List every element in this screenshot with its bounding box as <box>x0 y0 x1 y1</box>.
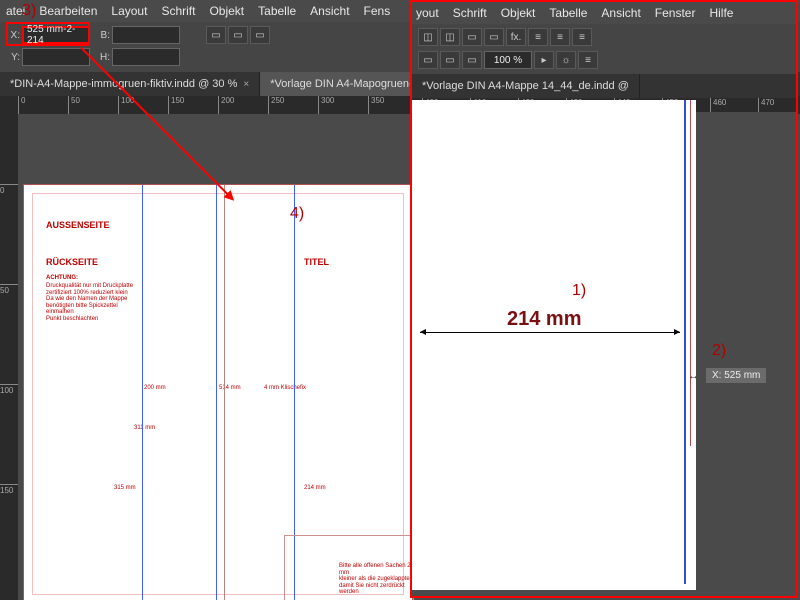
menu-bearbeiten[interactable]: Bearbeiten <box>39 4 97 18</box>
tool-icon[interactable]: ▭ <box>484 28 504 46</box>
menu-fenster[interactable]: Fens <box>364 4 391 18</box>
align-icon-2[interactable]: ▭ <box>228 26 248 44</box>
menu-tabelle[interactable]: Tabelle <box>258 4 296 18</box>
dim-514: 514 mm <box>219 385 241 392</box>
ruler-tick: 150 <box>0 484 18 495</box>
dim-214: 214 mm <box>304 485 326 492</box>
callout-4: 4) <box>290 205 304 223</box>
tool-icon[interactable]: ◫ <box>418 28 438 46</box>
tab-doc-1[interactable]: *DIN-A4-Mappe-immogruen-fiktiv.indd @ 30… <box>0 72 260 96</box>
brightness-icon[interactable]: ☼ <box>556 51 576 69</box>
tool-icon[interactable]: ◫ <box>440 28 460 46</box>
ruler-tick: 200 <box>218 96 234 114</box>
menu-ansicht-r[interactable]: Ansicht <box>601 6 640 20</box>
ruler-tick: 250 <box>268 96 284 114</box>
tool-icon[interactable]: ▭ <box>462 28 482 46</box>
callout-2: 2) <box>712 342 726 360</box>
measure-value: 214 mm <box>507 308 582 331</box>
dim-311: 311 mm <box>134 425 155 432</box>
ruler-tick: 0 <box>0 184 18 195</box>
menu-tabelle-r[interactable]: Tabelle <box>549 6 587 20</box>
guide-active-zoom[interactable] <box>684 100 686 584</box>
tooltip-x: X: 525 mm <box>706 368 766 383</box>
ruler-tick: 300 <box>318 96 334 114</box>
zoom-input[interactable]: 100 % <box>484 51 532 69</box>
menu-bar-right: yout Schrift Objekt Tabelle Ansicht Fens… <box>412 2 796 24</box>
tool-icon[interactable]: ▭ <box>440 51 460 69</box>
highlight-box-x <box>6 22 90 46</box>
b-label: B: <box>96 30 110 41</box>
split-panel-right: yout Schrift Objekt Tabelle Ansicht Fens… <box>410 0 798 598</box>
menu-objekt-r[interactable]: Objekt <box>501 6 536 20</box>
ruler-tick: 0 <box>18 96 25 114</box>
y-label: Y: <box>6 52 20 63</box>
page-spread: AUSSENSEITE RÜCKSEITE ACHTUNG: Druckqual… <box>23 184 413 600</box>
callout-3: 3) <box>22 2 36 20</box>
document-tabs-right: *Vorlage DIN A4-Mappe 14_44_de.indd @ <box>412 74 796 98</box>
menu-fenster-r[interactable]: Fenster <box>655 6 696 20</box>
label-titel: TITEL <box>304 257 329 267</box>
callout-1: 1) <box>572 282 586 300</box>
ruler-tick: 100 <box>0 384 18 395</box>
page-zoomed <box>412 100 696 590</box>
tool-icon[interactable]: ▭ <box>462 51 482 69</box>
ruler-tick: 150 <box>168 96 184 114</box>
chevron-right-icon[interactable]: ▸ <box>534 51 554 69</box>
menu-ansicht[interactable]: Ansicht <box>310 4 349 18</box>
ruler-vertical: 0 50 100 150 <box>0 114 18 600</box>
tool-icon[interactable]: ▭ <box>418 51 438 69</box>
measure-arrow <box>420 332 680 333</box>
ruler-tick: 350 <box>368 96 384 114</box>
label-rueckseite: RÜCKSEITE <box>46 257 98 267</box>
b-input[interactable] <box>112 26 180 44</box>
y-input[interactable] <box>22 48 90 66</box>
frame-edge <box>690 100 691 446</box>
para-align-icon[interactable]: ≡ <box>572 28 592 46</box>
resize-cursor-icon: ↔ <box>688 370 699 382</box>
menu-schrift[interactable]: Schrift <box>161 4 195 18</box>
align-icon-1[interactable]: ▭ <box>206 26 226 44</box>
tab-title: *Vorlage DIN A4-Mappe 14_44_de.indd @ <box>422 80 629 92</box>
menu-schrift-r[interactable]: Schrift <box>453 6 487 20</box>
ruler-tick: 50 <box>0 284 18 295</box>
menu-hilfe-r[interactable]: Hilfe <box>709 6 733 20</box>
label-achtung-body: Druckqualität nur mit Druckplatte zertif… <box>46 283 136 323</box>
flap-outline <box>284 535 414 600</box>
fx-icon[interactable]: fx. <box>506 28 526 46</box>
h-label: H: <box>96 52 110 63</box>
guide[interactable] <box>142 185 143 600</box>
para-align-icon[interactable]: ≡ <box>550 28 570 46</box>
close-icon[interactable]: × <box>243 79 249 90</box>
h-input[interactable] <box>112 48 180 66</box>
control-bar-right: ◫ ◫ ▭ ▭ fx. ≡ ≡ ≡ ▭ ▭ ▭ 100 % ▸ ☼ ≡ <box>412 24 796 74</box>
label-achtung: ACHTUNG: <box>46 275 78 282</box>
label-aussenseite: AUSSENSEITE <box>46 220 110 230</box>
para-align-icon[interactable]: ≡ <box>528 28 548 46</box>
menu-layout-r[interactable]: yout <box>416 6 439 20</box>
para-align-icon[interactable]: ≡ <box>578 51 598 69</box>
menu-objekt[interactable]: Objekt <box>209 4 244 18</box>
ruler-tick: 470 <box>758 98 774 112</box>
guide[interactable] <box>224 185 225 600</box>
align-icon-3[interactable]: ▭ <box>250 26 270 44</box>
ruler-tick: 50 <box>68 96 80 114</box>
dim-315: 315 mm <box>114 485 136 492</box>
ruler-tick: 460 <box>710 98 726 112</box>
tab-doc-3[interactable]: *Vorlage DIN A4-Mappe 14_44_de.indd @ <box>412 74 640 98</box>
dim-4khl: 4 mm Klischefix <box>264 385 306 392</box>
dim-200: 200 mm <box>144 385 166 392</box>
menu-layout[interactable]: Layout <box>111 4 147 18</box>
guide[interactable] <box>216 185 217 600</box>
